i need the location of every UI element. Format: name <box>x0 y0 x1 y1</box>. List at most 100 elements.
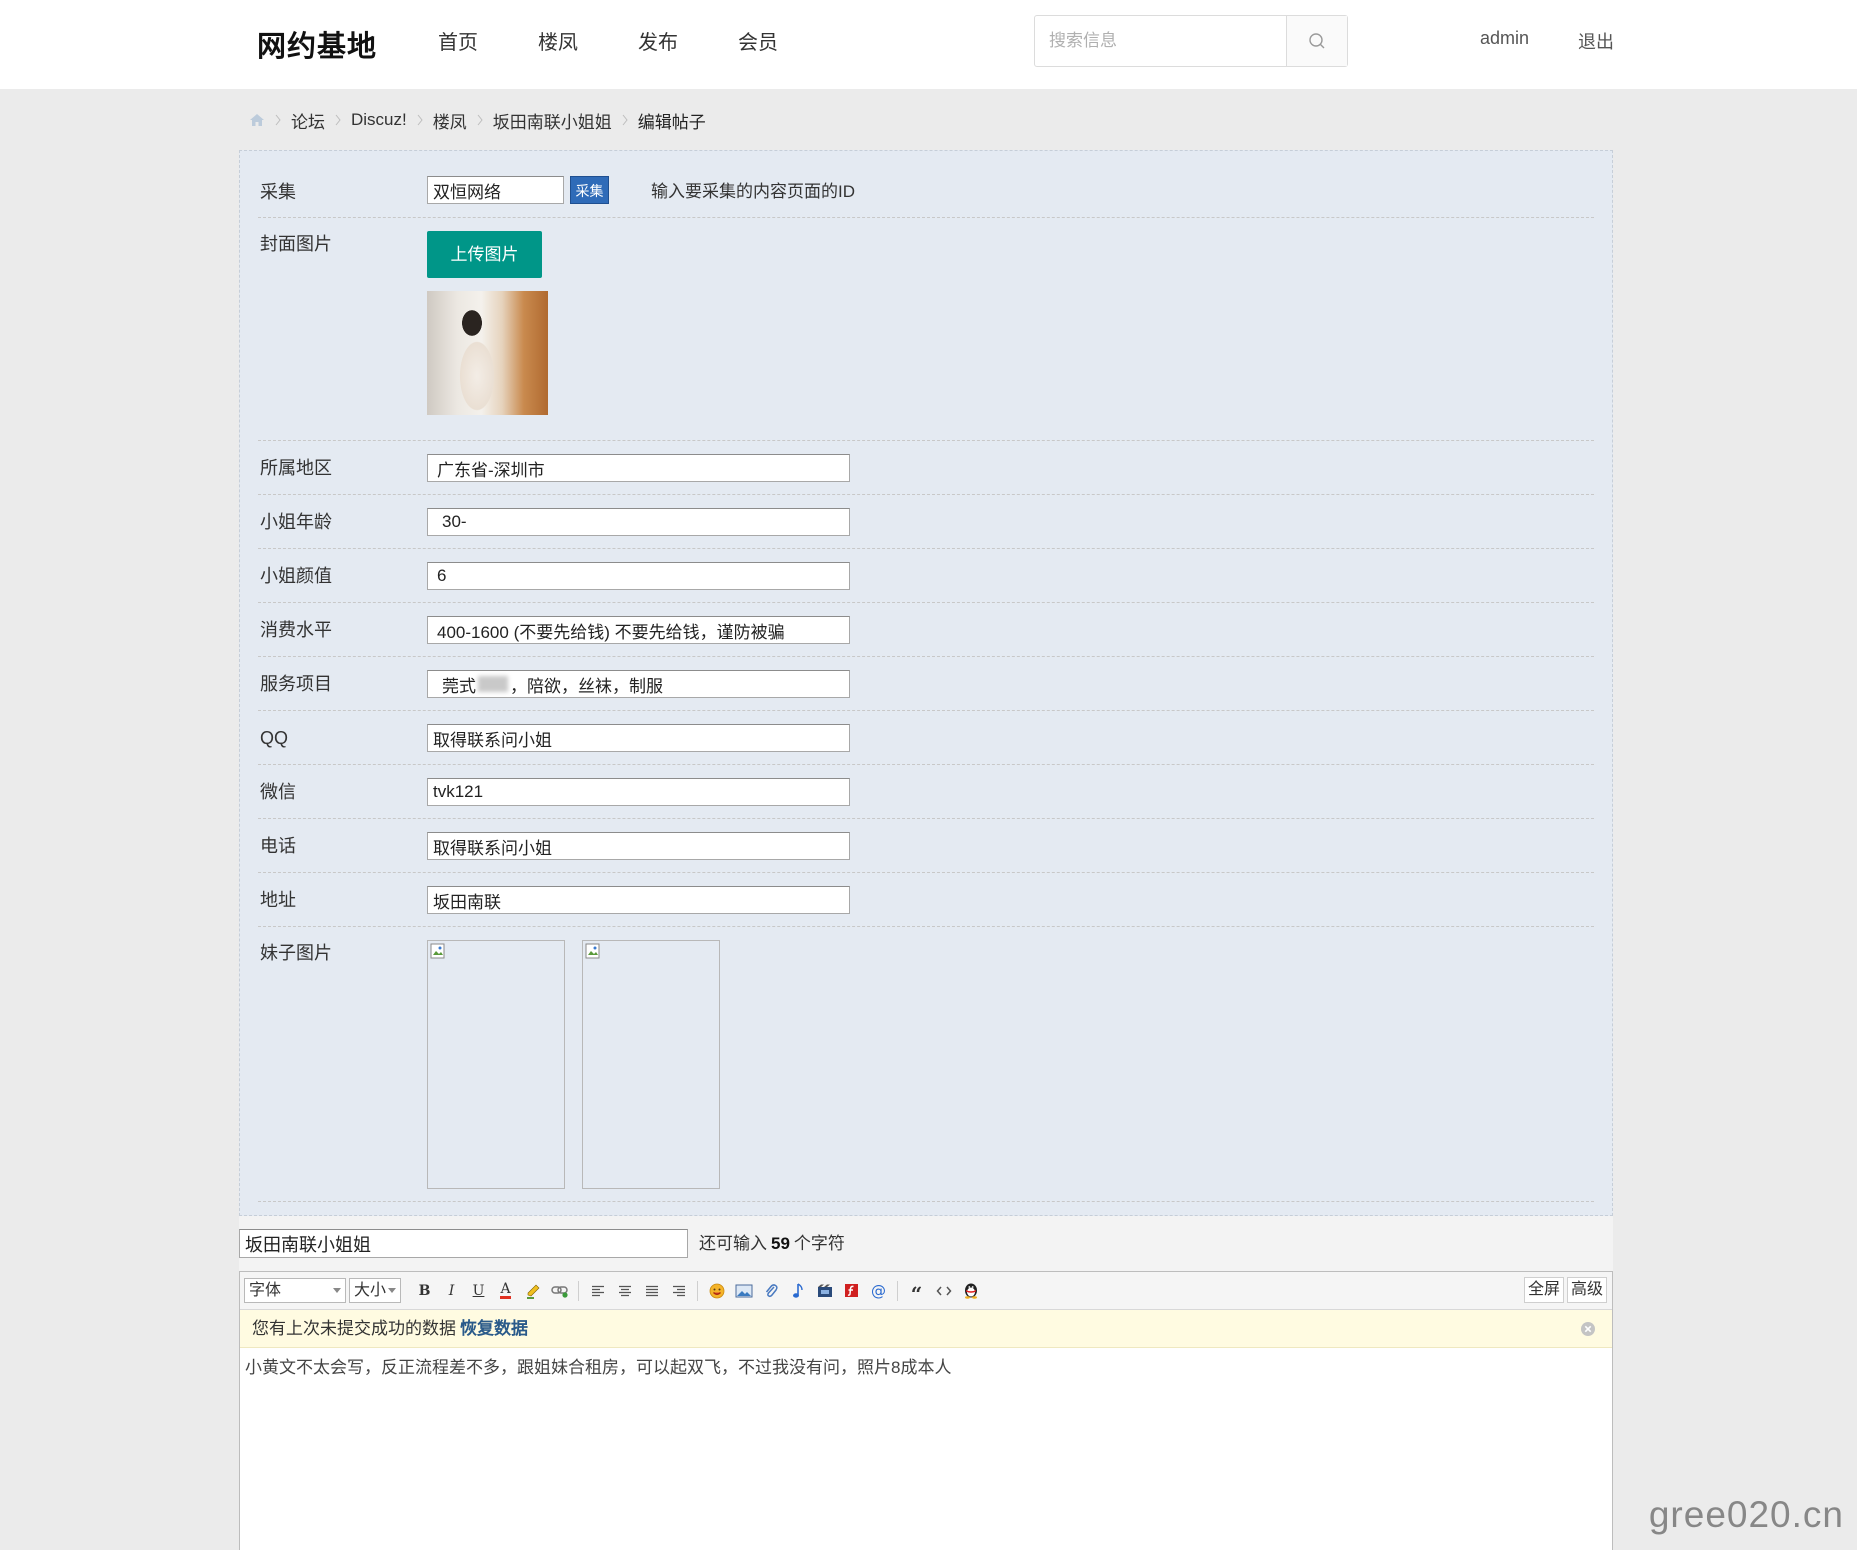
form-row-qq: QQ <box>258 711 1594 765</box>
emoji-button[interactable] <box>703 1279 730 1303</box>
price-input[interactable] <box>427 616 850 644</box>
photos-label: 妹子图片 <box>260 943 332 963</box>
quote-button[interactable]: “ <box>903 1279 930 1304</box>
phone-label: 电话 <box>260 836 296 856</box>
nav-item-member[interactable]: 会员 <box>738 29 778 57</box>
align-left-icon <box>591 1285 604 1296</box>
services-value-prefix: 莞式 <box>442 676 476 696</box>
main-nav: 首页 楼凤 发布 会员 <box>438 29 778 57</box>
bold-icon: B <box>418 1282 431 1299</box>
align-left-button[interactable] <box>584 1279 611 1303</box>
emoji-icon <box>709 1283 724 1298</box>
form-row-services: 服务项目 莞式 ，陪欲，丝袜，制服 <box>258 657 1594 711</box>
close-icon[interactable] <box>1580 1321 1596 1337</box>
editor-toolbar: 字体 大小 B I U A @ “ 全屏 高级 <box>240 1272 1612 1310</box>
collect-button[interactable]: 采集 <box>570 176 609 204</box>
attachment-button[interactable] <box>757 1279 784 1303</box>
music-icon <box>792 1282 803 1298</box>
char-remaining: 还可输入 59 个字符 <box>699 1216 845 1271</box>
mention-button[interactable]: @ <box>865 1279 892 1303</box>
flash-icon <box>845 1284 858 1297</box>
highlight-button[interactable] <box>519 1279 546 1303</box>
age-input[interactable] <box>427 508 850 536</box>
breadcrumb-loufeng[interactable]: 楼凤 <box>433 108 467 133</box>
services-input[interactable]: 莞式 ，陪欲，丝袜，制服 <box>427 670 850 698</box>
logout-link[interactable]: 退出 <box>1578 28 1614 54</box>
phone-input[interactable] <box>427 832 850 860</box>
fullscreen-button[interactable]: 全屏 <box>1523 1277 1564 1303</box>
address-input[interactable] <box>427 886 850 914</box>
collect-label: 采集 <box>260 182 296 202</box>
age-label: 小姐年龄 <box>260 512 332 532</box>
collect-id-input[interactable] <box>427 176 564 204</box>
price-label: 消费水平 <box>260 620 332 640</box>
flash-button[interactable] <box>838 1279 865 1303</box>
breadcrumb-discuz[interactable]: Discuz! <box>351 110 407 130</box>
advanced-mode-button[interactable]: 高级 <box>1566 1277 1607 1303</box>
subject-input[interactable] <box>239 1229 688 1258</box>
font-size-select[interactable]: 大小 <box>349 1278 401 1303</box>
code-button[interactable] <box>930 1279 957 1303</box>
user-name-link[interactable]: admin <box>1480 28 1529 49</box>
char-remaining-count: 59 <box>771 1234 790 1253</box>
align-center-button[interactable] <box>611 1279 638 1303</box>
form-row-looks: 小姐颜值 <box>258 549 1594 603</box>
bold-button[interactable]: B <box>411 1279 438 1303</box>
image-button[interactable] <box>730 1279 757 1303</box>
qq-input[interactable] <box>427 724 850 752</box>
photo-slot-2[interactable] <box>582 940 720 1189</box>
breadcrumb-thread[interactable]: 坂田南联小姐姐 <box>493 108 612 133</box>
link-button[interactable] <box>546 1279 573 1303</box>
looks-input[interactable] <box>427 562 850 590</box>
form-row-photos: 妹子图片 <box>258 927 1594 1202</box>
italic-icon: I <box>448 1282 455 1299</box>
font-color-icon: A <box>500 1280 511 1299</box>
nav-item-home[interactable]: 首页 <box>438 29 478 57</box>
upload-image-button[interactable]: 上传图片 <box>427 231 542 278</box>
attachment-icon <box>765 1283 778 1297</box>
photo-slot-1[interactable] <box>427 940 565 1189</box>
align-justify-button[interactable] <box>638 1279 665 1303</box>
char-remaining-prefix: 还可输入 <box>699 1234 767 1253</box>
restore-data-link[interactable]: 恢复数据 <box>460 1319 528 1338</box>
breadcrumb-separator-icon <box>477 114 483 126</box>
region-input[interactable] <box>427 454 850 482</box>
editor-content-area[interactable]: 小黄文不太会写，反正流程差不多，跟姐妹合租房，可以起双飞，不过我没有问，照片8成… <box>240 1348 1612 1388</box>
search-box <box>1034 15 1348 67</box>
highlight-icon <box>526 1284 539 1299</box>
site-logo[interactable]: 网约基地 <box>257 23 377 65</box>
qq-button[interactable] <box>957 1279 984 1303</box>
music-button[interactable] <box>784 1279 811 1303</box>
video-button[interactable] <box>811 1279 838 1303</box>
watermark: gree020.cn <box>1648 1494 1844 1535</box>
wechat-label: 微信 <box>260 782 296 802</box>
broken-image-icon <box>430 943 445 959</box>
chevron-down-icon <box>333 1288 341 1293</box>
breadcrumb-forum[interactable]: 论坛 <box>291 108 325 133</box>
char-remaining-suffix: 个字符 <box>793 1234 845 1253</box>
home-icon[interactable] <box>249 113 265 127</box>
nav-item-loufeng[interactable]: 楼凤 <box>538 29 578 57</box>
breadcrumb-separator-icon <box>275 114 281 126</box>
search-input[interactable] <box>1035 16 1287 66</box>
font-family-select[interactable]: 字体 <box>244 1278 346 1303</box>
cover-image[interactable] <box>427 291 548 415</box>
form-row-region: 所属地区 <box>258 441 1594 495</box>
chevron-down-icon <box>388 1288 396 1293</box>
italic-button[interactable]: I <box>438 1279 465 1303</box>
breadcrumb-separator-icon <box>417 114 423 126</box>
collect-hint: 输入要采集的内容页面的ID <box>651 182 855 201</box>
breadcrumb-separator-icon <box>335 114 341 126</box>
underline-button[interactable]: U <box>465 1279 492 1303</box>
subject-row: 还可输入59个字符 <box>239 1216 1613 1271</box>
search-icon <box>1309 33 1325 49</box>
font-color-button[interactable]: A <box>492 1279 519 1303</box>
form-row-address: 地址 <box>258 873 1594 927</box>
wechat-input[interactable] <box>427 778 850 806</box>
nav-item-publish[interactable]: 发布 <box>638 29 678 57</box>
search-button[interactable] <box>1286 16 1347 66</box>
underline-icon: U <box>472 1282 485 1299</box>
form-row-age: 小姐年龄 <box>258 495 1594 549</box>
align-right-button[interactable] <box>665 1279 692 1303</box>
form-row-price: 消费水平 <box>258 603 1594 657</box>
